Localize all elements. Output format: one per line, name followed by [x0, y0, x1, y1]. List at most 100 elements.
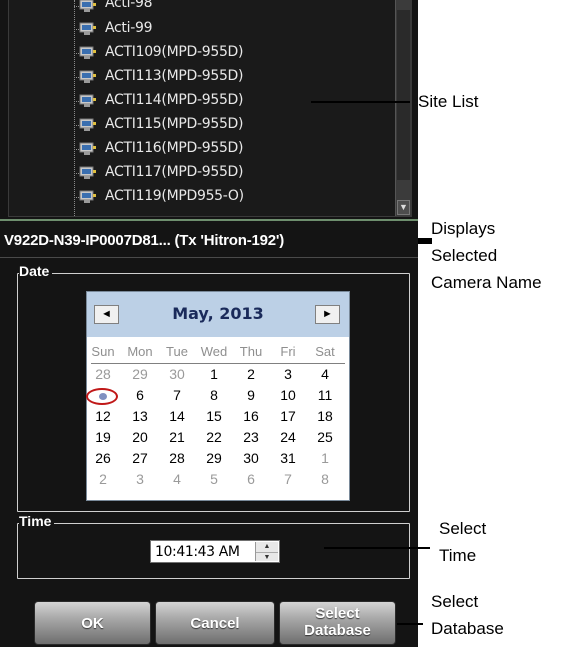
calendar-day[interactable]: 10: [273, 387, 303, 403]
calendar-day[interactable]: 31: [273, 450, 303, 466]
site-list[interactable]: Acti-98 Acti-99 ACTI109(MPD-955D) ACTI11…: [8, 0, 412, 217]
calendar-day[interactable]: 1: [199, 366, 229, 382]
callout-time-2: Time: [439, 546, 477, 565]
calendar-day[interactable]: 19: [88, 429, 118, 445]
callout-database-2: Database: [431, 619, 504, 638]
site-label: Acti-98: [105, 0, 153, 11]
callout-camera-name-1: Displays: [431, 219, 496, 238]
calendar-day[interactable]: 30: [162, 366, 192, 382]
date-group-title: Date: [19, 263, 53, 279]
site-label: ACTI116(MPD-955D): [105, 140, 244, 156]
select-database-label: Select: [315, 605, 360, 622]
calendar-day[interactable]: 3: [273, 366, 303, 382]
calendar-day[interactable]: 28: [88, 366, 118, 382]
day-header: Mon: [127, 344, 153, 359]
callout-camera-name-2: Selected: [431, 246, 498, 265]
calendar-day[interactable]: 21: [162, 429, 192, 445]
calendar-day[interactable]: 2: [236, 366, 266, 382]
calendar-day[interactable]: 4: [162, 471, 192, 487]
calendar-day[interactable]: 22: [199, 429, 229, 445]
camera-icon: [79, 70, 96, 83]
ok-button-label: OK: [81, 615, 104, 632]
time-spinner[interactable]: ▲ ▼: [255, 542, 278, 561]
site-list-item[interactable]: ACTI116(MPD-955D): [9, 138, 397, 160]
site-list-item[interactable]: ACTI115(MPD-955D): [9, 114, 397, 136]
divider: [91, 363, 345, 364]
calendar-day[interactable]: 16: [236, 408, 266, 424]
callout-line: [311, 101, 410, 103]
site-list-item[interactable]: ACTI109(MPD-955D): [9, 42, 397, 64]
ok-button[interactable]: OK: [34, 601, 151, 645]
calendar-day[interactable]: 15: [199, 408, 229, 424]
day-header: Wed: [200, 344, 228, 359]
site-label: ACTI119(MPD955-O): [105, 188, 244, 204]
scrollbar-thumb[interactable]: [397, 10, 410, 180]
camera-icon: [79, 0, 96, 12]
calendar-day[interactable]: 23: [236, 429, 266, 445]
time-value[interactable]: 10:41:43 AM: [155, 544, 240, 560]
calendar-day[interactable]: 17: [273, 408, 303, 424]
camera-selection-panel: Acti-98 Acti-99 ACTI109(MPD-955D) ACTI11…: [0, 0, 418, 647]
next-month-button[interactable]: ►: [315, 305, 340, 324]
calendar-day[interactable]: 1: [310, 450, 340, 466]
camera-icon: [79, 94, 96, 107]
callout-pointer: [418, 238, 432, 244]
time-picker[interactable]: 10:41:43 AM ▲ ▼: [150, 540, 280, 563]
camera-icon: [79, 190, 96, 203]
site-list-item[interactable]: ACTI113(MPD-955D): [9, 66, 397, 88]
site-list-item[interactable]: Acti-98: [9, 0, 397, 17]
date-calendar[interactable]: ◄ May, 2013 ► Sun Mon Tue Wed Thu Fri Sa…: [86, 291, 350, 501]
site-label: ACTI115(MPD-955D): [105, 116, 244, 132]
camera-icon: [79, 118, 96, 131]
camera-icon: [79, 22, 96, 35]
select-database-label: Database: [304, 622, 371, 639]
selected-camera-name: V922D-N39-IP0007D81... (Tx 'Hitron-192'): [4, 232, 285, 249]
calendar-day-selected[interactable]: 5: [86, 387, 118, 405]
divider: [0, 257, 418, 258]
callout-camera-name-3: Camera Name: [431, 273, 542, 292]
calendar-day[interactable]: 2: [88, 471, 118, 487]
camera-icon: [79, 166, 96, 179]
time-group-title: Time: [19, 513, 55, 529]
calendar-day[interactable]: 27: [125, 450, 155, 466]
calendar-day[interactable]: 7: [162, 387, 192, 403]
selected-day-marker: [99, 393, 107, 400]
cancel-button[interactable]: Cancel: [155, 601, 275, 645]
calendar-day[interactable]: 8: [310, 471, 340, 487]
calendar-day[interactable]: 12: [88, 408, 118, 424]
callout-line: [397, 623, 423, 625]
calendar-day[interactable]: 3: [125, 471, 155, 487]
calendar-day[interactable]: 6: [125, 387, 155, 403]
calendar-day[interactable]: 7: [273, 471, 303, 487]
calendar-day[interactable]: 18: [310, 408, 340, 424]
calendar-day[interactable]: 20: [125, 429, 155, 445]
day-of-week-header: Sun Mon Tue Wed Thu Fri Sat: [87, 344, 349, 360]
callout-database-1: Select: [431, 592, 479, 611]
calendar-day[interactable]: 9: [236, 387, 266, 403]
scroll-down-arrow-icon[interactable]: ▼: [397, 200, 410, 215]
calendar-day[interactable]: 4: [310, 366, 340, 382]
site-list-item[interactable]: ACTI119(MPD955-O): [9, 186, 397, 208]
divider: [0, 219, 418, 221]
calendar-day[interactable]: 11: [310, 387, 340, 403]
day-header: Tue: [166, 344, 188, 359]
calendar-day[interactable]: 29: [199, 450, 229, 466]
site-list-item[interactable]: ACTI117(MPD-955D): [9, 162, 397, 184]
calendar-day[interactable]: 5: [199, 471, 229, 487]
calendar-day[interactable]: 29: [125, 366, 155, 382]
calendar-day[interactable]: 8: [199, 387, 229, 403]
calendar-day[interactable]: 28: [162, 450, 192, 466]
calendar-day[interactable]: 13: [125, 408, 155, 424]
calendar-day[interactable]: 25: [310, 429, 340, 445]
select-database-button[interactable]: Select Database: [279, 601, 396, 645]
site-list-scrollbar[interactable]: ▼: [395, 0, 411, 216]
spin-down-icon[interactable]: ▼: [256, 552, 278, 562]
calendar-day[interactable]: 6: [236, 471, 266, 487]
calendar-day[interactable]: 30: [236, 450, 266, 466]
spin-up-icon[interactable]: ▲: [256, 542, 278, 551]
calendar-day[interactable]: 24: [273, 429, 303, 445]
calendar-day[interactable]: 26: [88, 450, 118, 466]
day-header: Thu: [239, 344, 263, 359]
site-list-item[interactable]: Acti-99: [9, 18, 397, 40]
calendar-day[interactable]: 14: [162, 408, 192, 424]
